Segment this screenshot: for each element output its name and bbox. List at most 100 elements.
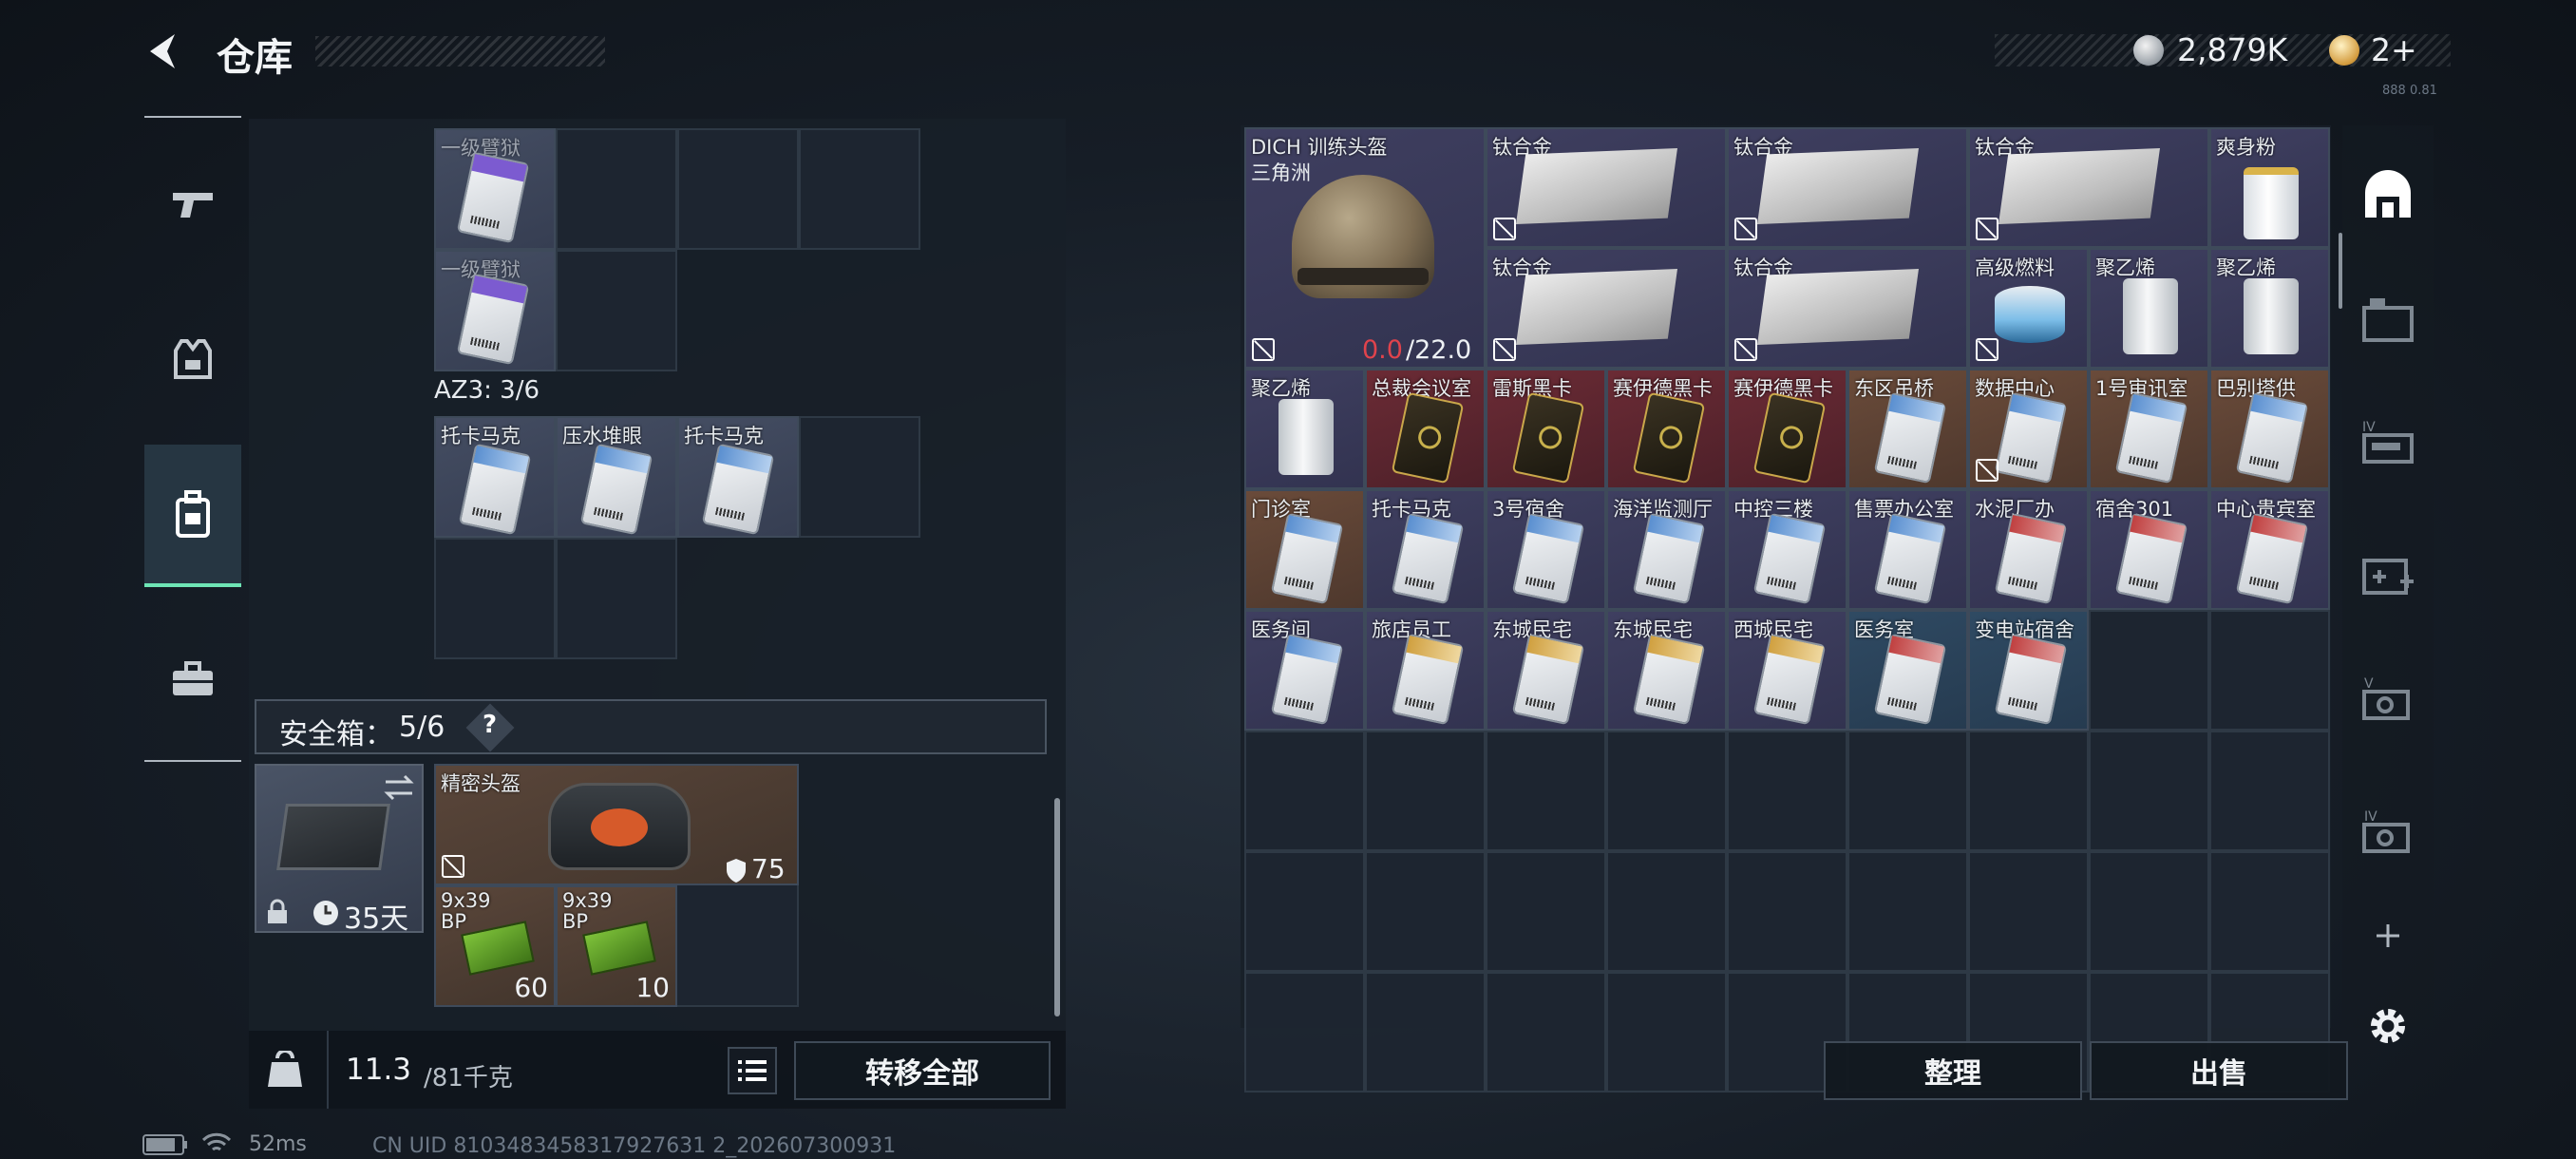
item-label: 9x39 BP	[562, 890, 613, 932]
stash-item-powder[interactable]: 爽身粉	[2209, 127, 2330, 248]
latency: 52ms	[249, 1132, 307, 1156]
stash-item-keycard[interactable]: 中心贵宾室	[2209, 489, 2330, 610]
silver-coin-icon	[2133, 35, 2164, 66]
stash-item-keycard[interactable]: 西城民宅	[1727, 610, 1847, 731]
clock-icon	[313, 901, 338, 925]
stash-item-keycard[interactable]: 变电站宿舍	[1968, 610, 2089, 731]
stash-item-keycard[interactable]: 3号宿舍	[1486, 489, 1606, 610]
swap-icon[interactable]	[382, 773, 416, 802]
tab-stash-5[interactable]: IV	[2335, 770, 2441, 893]
stash-item-titanium[interactable]: 钛合金	[1727, 127, 1968, 248]
stash-cell	[1968, 851, 2089, 972]
stash-cell	[1727, 731, 1847, 851]
az3-item-keycard[interactable]: 托卡马克	[434, 416, 556, 538]
loadout-scrollbar[interactable]	[1054, 798, 1060, 1016]
stash-item-keycard[interactable]: 东城民宅	[1606, 610, 1727, 731]
safebox-image	[276, 804, 390, 870]
ammo-count: 60	[514, 972, 548, 1003]
no-drop-icon	[1493, 338, 1516, 361]
stash-item-keycard-gold[interactable]: 总裁会议室	[1365, 369, 1486, 489]
gold-coin-icon	[2329, 35, 2359, 66]
nav-toolbox[interactable]	[144, 608, 241, 750]
stash-cell	[1847, 731, 1968, 851]
weight-max: /81千克	[424, 1064, 513, 1092]
storage-box-icon	[2362, 298, 2414, 342]
toolbox-icon	[173, 661, 213, 695]
stash-item-keycard[interactable]: 东区吊桥	[1847, 369, 1968, 489]
back-arrow-icon[interactable]	[142, 30, 184, 72]
page-title: 仓库	[217, 36, 293, 80]
item-label: DICH 训练头盔	[1251, 136, 1388, 159]
az3-item-keycard[interactable]: 压水堆眼	[556, 416, 677, 538]
stash-item-keycard[interactable]: 托卡马克	[1365, 489, 1486, 610]
add-tab-button[interactable]	[2335, 902, 2441, 969]
stash-item-keycard[interactable]: 医务室	[1847, 610, 1968, 731]
stash-item-fuel[interactable]: 高级燃料	[1968, 248, 2089, 369]
no-drop-icon	[1976, 338, 1998, 361]
stash-item-titanium[interactable]: 钛合金	[1968, 127, 2209, 248]
safebox-header: 安全箱： 5/6 ?	[255, 699, 1047, 754]
gear-icon	[2371, 1009, 2405, 1043]
help-icon: ?	[483, 711, 498, 739]
version-tag: 888 0.81	[2382, 84, 2437, 98]
stash-item-keycard[interactable]: 宿舍301	[2089, 489, 2209, 610]
stash-item-keycard[interactable]: 中控三楼	[1727, 489, 1847, 610]
pouch-item-keycard[interactable]: 一级臂狱	[434, 128, 556, 250]
safe-item-ammo[interactable]: 9x39 BP 10	[556, 885, 677, 1007]
pouch-item-keycard[interactable]: 一级臂狱	[434, 250, 556, 371]
stash-item-helmet[interactable]: DICH 训练头盔 三角洲 0.0 /22.0	[1244, 127, 1486, 369]
stash-cell	[2209, 610, 2330, 731]
stash-cell	[1606, 731, 1727, 851]
stash-item-titanium[interactable]: 钛合金	[1727, 248, 1968, 369]
stash-item-keycard[interactable]: 1号审讯室	[2089, 369, 2209, 489]
backpack-icon	[176, 490, 210, 538]
tab-stash-2[interactable]: IV	[2335, 380, 2441, 504]
item-label: 聚乙烯	[2095, 256, 2155, 279]
stash-item-keycard-gold[interactable]: 雷斯黑卡	[1486, 369, 1606, 489]
armor-vest-icon	[174, 339, 212, 379]
stash-item-polyethylene[interactable]: 聚乙烯	[2209, 248, 2330, 369]
lock-icon	[268, 899, 287, 923]
stash-item-keycard[interactable]: 门诊室	[1244, 489, 1365, 610]
tab-stash-4[interactable]: V	[2335, 636, 2441, 760]
stash-item-keycard[interactable]: 数据中心	[1968, 369, 2089, 489]
weight-icon	[268, 1051, 302, 1087]
stash-item-polyethylene[interactable]: 聚乙烯	[2089, 248, 2209, 369]
list-view-button[interactable]	[728, 1047, 777, 1094]
tab-all-stash[interactable]	[2335, 133, 2441, 256]
settings-button[interactable]	[2335, 988, 2441, 1064]
stash-item-keycard[interactable]: 巴别塔供	[2209, 369, 2330, 489]
stash-cell	[1486, 851, 1606, 972]
stash-item-keycard[interactable]: 旅店员工	[1365, 610, 1486, 731]
stash-item-titanium[interactable]: 钛合金	[1486, 248, 1727, 369]
stash-item-keycard[interactable]: 水泥厂办	[1968, 489, 2089, 610]
storage-safe-icon: IV	[2362, 809, 2410, 853]
az3-item-keycard[interactable]: 托卡马克	[677, 416, 799, 538]
organize-button[interactable]: 整理	[1824, 1041, 2082, 1100]
nav-weapons[interactable]	[144, 133, 241, 276]
stash-item-titanium[interactable]: 钛合金	[1486, 127, 1727, 248]
tab-stash-3[interactable]	[2335, 513, 2441, 636]
stash-item-polyethylene[interactable]: 聚乙烯	[1244, 369, 1365, 489]
sell-button[interactable]: 出售	[2090, 1041, 2348, 1100]
safe-item-ammo[interactable]: 9x39 BP 60	[434, 885, 556, 1007]
stash-item-keycard-gold[interactable]: 赛伊德黑卡	[1727, 369, 1847, 489]
safebox-label: 安全箱：	[279, 718, 393, 751]
tab-stash-1[interactable]	[2335, 256, 2441, 380]
stash-item-keycard[interactable]: 东城民宅	[1486, 610, 1606, 731]
svg-text:V: V	[2364, 676, 2374, 692]
nav-armor[interactable]	[144, 290, 241, 432]
stash-item-keycard-gold[interactable]: 赛伊德黑卡	[1606, 369, 1727, 489]
az3-label: AZ3: 3/6	[434, 376, 540, 405]
wifi-icon	[201, 1132, 232, 1151]
stash-item-keycard[interactable]: 医务间	[1244, 610, 1365, 731]
stash-item-keycard[interactable]: 海洋监测厅	[1606, 489, 1727, 610]
nav-backpack[interactable]	[144, 445, 241, 587]
safebox-card[interactable]: 35天	[255, 764, 424, 936]
safe-item-helmet[interactable]: 精密头盔 75	[434, 764, 799, 885]
stash-item-keycard[interactable]: 售票办公室	[1847, 489, 1968, 610]
helmet-durability-current: 0.0	[1362, 335, 1403, 365]
nav-top-line	[144, 116, 241, 118]
transfer-all-button[interactable]: 转移全部	[794, 1041, 1051, 1100]
title-decoration	[315, 36, 605, 66]
